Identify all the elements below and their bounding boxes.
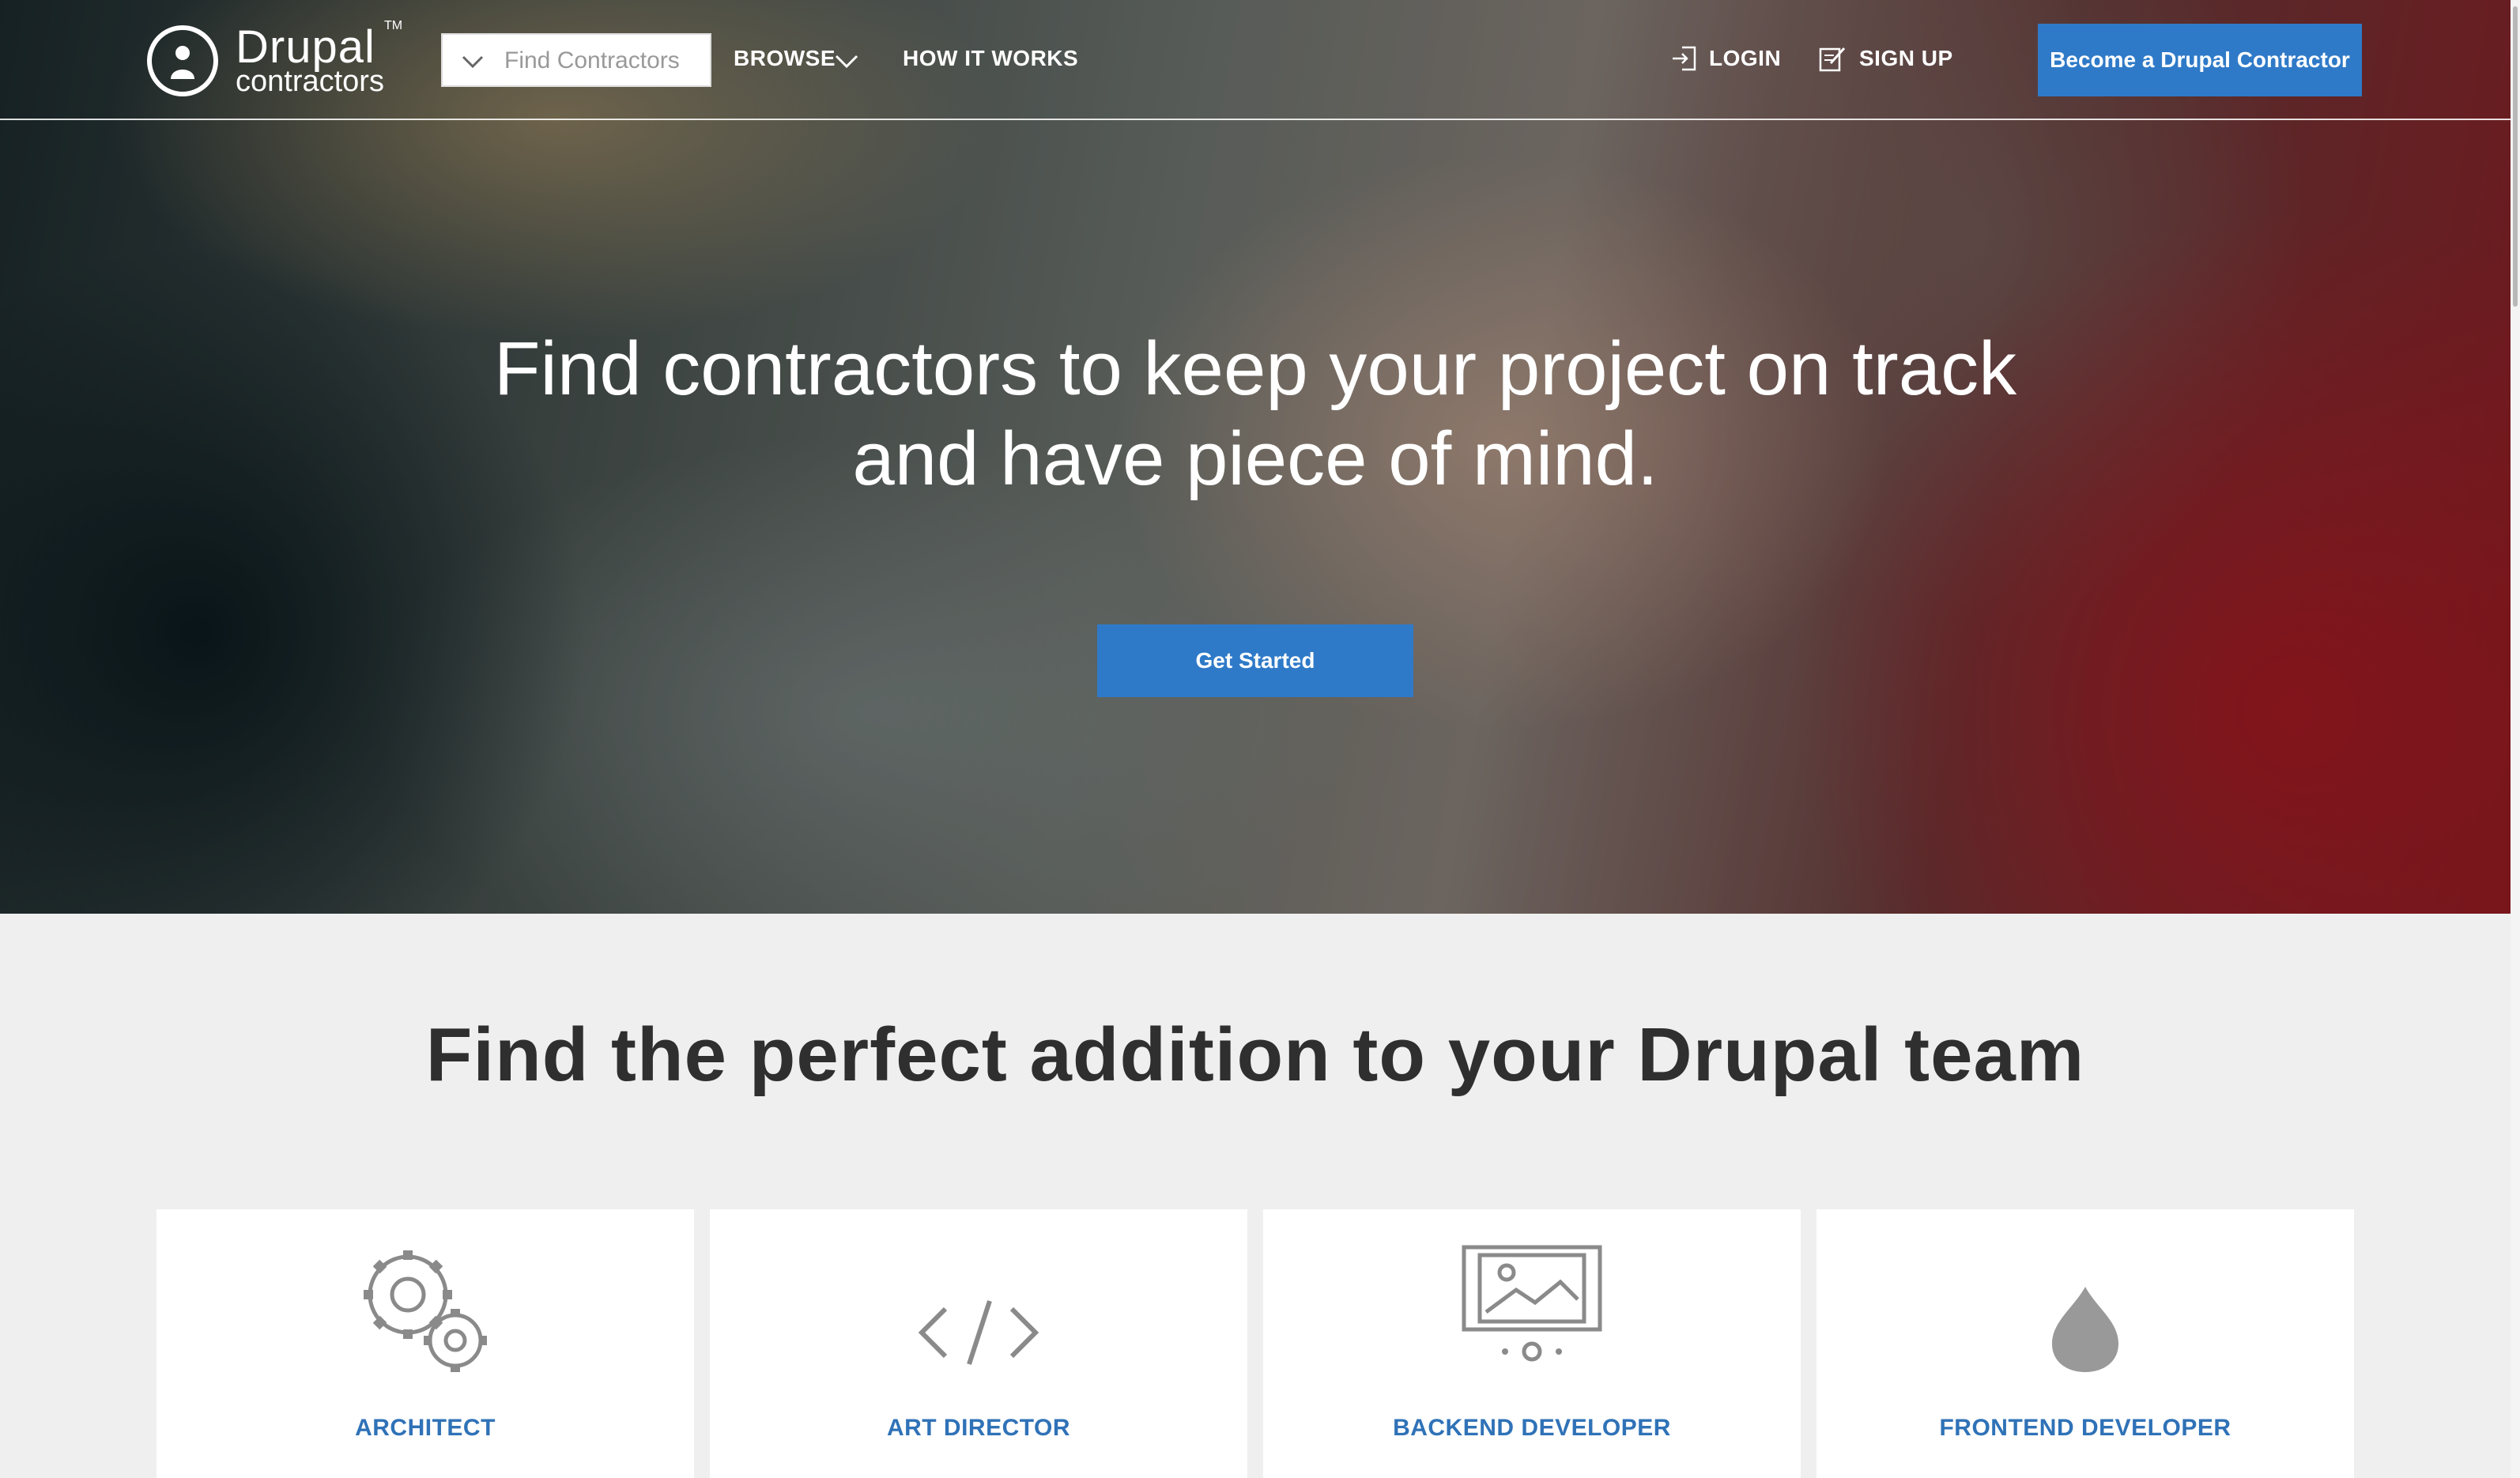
role-card-architect[interactable]: ARCHITECT <box>157 1209 694 1478</box>
nav-how-it-works[interactable]: HOW IT WORKS <box>903 46 1078 71</box>
code-icon <box>918 1300 1039 1365</box>
drupal-contractors-logo[interactable]: Drupal contractors TM <box>147 19 408 100</box>
login-icon[interactable] <box>1671 44 1698 73</box>
role-label: BACKEND DEVELOPER <box>1393 1415 1671 1441</box>
role-label: FRONTEND DEVELOPER <box>1939 1415 2231 1441</box>
header-divider <box>0 119 2511 120</box>
role-label: ARCHITECT <box>355 1415 496 1441</box>
become-contractor-button[interactable]: Become a Drupal Contractor <box>2038 24 2362 96</box>
logo-circle-icon <box>147 25 218 96</box>
role-label: ART DIRECTOR <box>886 1415 1071 1441</box>
person-icon <box>171 46 194 79</box>
nav-browse[interactable]: BROWSE <box>734 46 836 71</box>
edit-icon[interactable] <box>1818 44 1847 73</box>
search-box[interactable] <box>441 33 711 87</box>
role-card-frontend-developer[interactable]: FRONTEND DEVELOPER <box>1816 1209 2354 1478</box>
hero-heading-line2: and have piece of mind. <box>852 417 1658 501</box>
logo-subtitle: contractors <box>236 65 384 98</box>
drop-icon <box>2052 1287 2118 1372</box>
role-card-art-director[interactable]: ART DIRECTOR <box>710 1209 1247 1478</box>
chevron-down-icon[interactable] <box>833 49 860 73</box>
nav-login[interactable]: LOGIN <box>1709 46 1781 71</box>
nav-sign-up[interactable]: SIGN UP <box>1859 46 1953 71</box>
search-input[interactable] <box>504 43 702 79</box>
hero-banner: Drupal contractors TM BROWSE HOW IT WORK… <box>0 0 2511 914</box>
role-card-backend-developer[interactable]: BACKEND DEVELOPER <box>1263 1209 1801 1478</box>
get-started-button[interactable]: Get Started <box>1097 624 1413 697</box>
logo-trademark: TM <box>384 19 403 32</box>
image-monitor-icon <box>1462 1245 1602 1362</box>
hero-heading-line1: Find contractors to keep your project on… <box>493 326 2017 411</box>
scrollbar-thumb[interactable] <box>2513 6 2518 307</box>
section-title: Find the perfect addition to your Drupal… <box>425 1012 2085 1097</box>
hero-heading: Find contractors to keep your project on… <box>443 324 2068 504</box>
gears-icon <box>364 1250 487 1372</box>
chevron-down-icon[interactable] <box>458 47 487 76</box>
